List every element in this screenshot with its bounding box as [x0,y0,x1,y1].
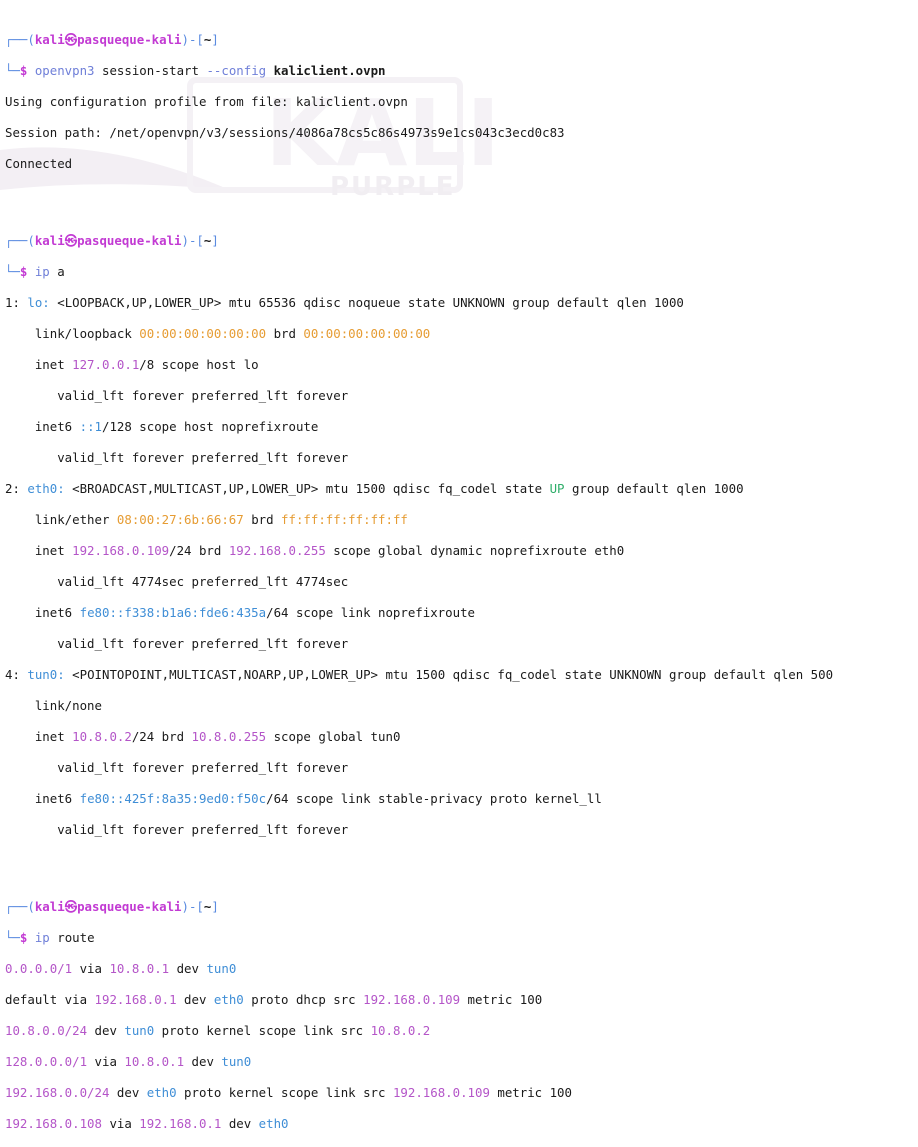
output-line: valid_lft forever preferred_lft forever [5,760,349,775]
route-line: default via 192.168.0.1 dev eth0 proto d… [5,992,543,1007]
output-line: valid_lft forever preferred_lft forever [5,636,349,651]
route-line: 0.0.0.0/1 via 10.8.0.1 dev tun0 [5,961,237,976]
output-line: Session path: /net/openvpn/v3/sessions/4… [5,125,565,140]
prompt-line: ┌──(kali㉿pasqueque-kali)-[~] [5,32,219,47]
output-line: valid_lft forever preferred_lft forever [5,388,349,403]
output-line: link/ether 08:00:27:6b:66:67 brd ff:ff:f… [5,512,408,527]
route-line: 192.168.0.108 via 192.168.0.1 dev eth0 [5,1116,289,1131]
terminal-output[interactable]: ┌──(kali㉿pasqueque-kali)-[~] └─$ openvpn… [0,0,918,1147]
output-line: Using configuration profile from file: k… [5,94,408,109]
output-line: inet6 ::1/128 scope host noprefixroute [5,419,319,434]
output-line: 2: eth0: <BROADCAST,MULTICAST,UP,LOWER_U… [5,481,744,496]
command-line: └─$ ip route [5,930,95,945]
prompt-line: ┌──(kali㉿pasqueque-kali)-[~] [5,233,219,248]
prompt-line: ┌──(kali㉿pasqueque-kali)-[~] [5,899,219,914]
output-line: link/none [5,698,102,713]
output-line: link/loopback 00:00:00:00:00:00 brd 00:0… [5,326,431,341]
command-line: └─$ ip a [5,264,65,279]
output-line: inet 192.168.0.109/24 brd 192.168.0.255 … [5,543,625,558]
command: openvpn3 [34,63,95,78]
output-line: Connected [5,156,73,171]
output-line: inet 127.0.0.1/8 scope host lo [5,357,259,372]
prompt-host: pasqueque-kali [77,32,182,47]
output-line: valid_lft forever preferred_lft forever [5,822,349,837]
output-line: valid_lft 4774sec preferred_lft 4774sec [5,574,349,589]
route-line: 192.168.0.0/24 dev eth0 proto kernel sco… [5,1085,572,1100]
output-line: 1: lo: <LOOPBACK,UP,LOWER_UP> mtu 65536 … [5,295,684,310]
prompt-user: kali [34,32,65,47]
output-line: 4: tun0: <POINTOPOINT,MULTICAST,NOARP,UP… [5,667,834,682]
route-line: 10.8.0.0/24 dev tun0 proto kernel scope … [5,1023,431,1038]
output-line: inet6 fe80::425f:8a35:9ed0:f50c/64 scope… [5,791,602,806]
output-line: valid_lft forever preferred_lft forever [5,450,349,465]
route-line: 128.0.0.0/1 via 10.8.0.1 dev tun0 [5,1054,252,1069]
output-line: inet 10.8.0.2/24 brd 10.8.0.255 scope gl… [5,729,401,744]
output-line: inet6 fe80::f338:b1a6:fde6:435a/64 scope… [5,605,475,620]
command-line: └─$ openvpn3 session-start --config kali… [5,63,386,78]
